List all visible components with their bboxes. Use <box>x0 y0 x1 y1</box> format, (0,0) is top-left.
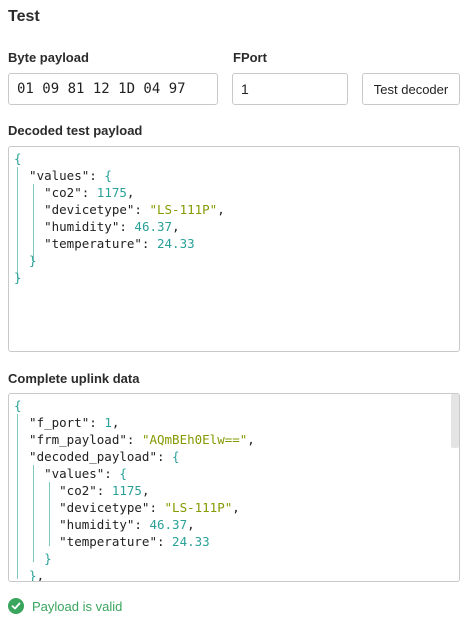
code-token: 1 <box>104 415 112 430</box>
code-line: "devicetype": "LS-111P", <box>14 201 459 218</box>
indent-guide <box>49 482 50 546</box>
code-token: , <box>141 483 150 498</box>
indent-guide <box>33 465 34 562</box>
code-token: , <box>126 185 135 200</box>
fport-label: FPort <box>233 50 267 65</box>
code-line: { <box>14 150 459 167</box>
uplink-data-editor[interactable]: { "f_port": 1, "frm_payload": "AQmBEh0El… <box>8 393 460 582</box>
test-decoder-button[interactable]: Test decoder <box>362 73 460 105</box>
code-token: "f_port": <box>14 415 105 430</box>
code-token: "decoded_payload": <box>14 449 173 464</box>
indent-guide <box>17 414 18 579</box>
code-line: "humidity": 46.37, <box>14 516 459 533</box>
code-line: "co2": 1175, <box>14 184 459 201</box>
code-line: "values": { <box>14 465 459 482</box>
code-token: "humidity": <box>14 517 150 532</box>
code-token: 24.33 <box>172 534 210 549</box>
code-token: { <box>14 398 22 413</box>
code-token: "temperature": <box>14 534 173 549</box>
validation-status-text: Payload is valid <box>32 598 123 614</box>
code-token: { <box>119 466 127 481</box>
code-token: , <box>111 415 120 430</box>
indent-guide <box>33 184 34 262</box>
code-token: , <box>247 432 255 447</box>
code-line: "temperature": 24.33 <box>14 235 459 252</box>
byte-payload-value: 01 09 81 12 1D 04 97 <box>17 81 186 97</box>
code-token: 24.33 <box>157 236 195 251</box>
code-token: "devicetype": <box>14 202 150 217</box>
check-circle-icon <box>8 598 24 614</box>
code-line: } <box>14 269 459 286</box>
code-token: { <box>14 151 22 166</box>
code-line: "decoded_payload": { <box>14 448 459 465</box>
code-line: "temperature": 24.33 <box>14 533 459 550</box>
code-token: "values": <box>14 168 105 183</box>
validation-status: Payload is valid <box>8 598 122 614</box>
code-token: 1175 <box>96 185 127 200</box>
code-token: , <box>232 500 240 515</box>
decoded-payload-label: Decoded test payload <box>8 123 143 138</box>
code-token: "frm_payload": <box>14 432 142 447</box>
section-title: Test <box>8 8 40 25</box>
code-token: { <box>104 168 112 183</box>
code-line: "values": { <box>14 167 459 184</box>
code-line: "co2": 1175, <box>14 482 459 499</box>
code-token: "AQmBEh0Elw==" <box>141 432 248 447</box>
code-line: } <box>14 550 459 567</box>
byte-payload-label: Byte payload <box>8 50 89 65</box>
code-line: { <box>14 397 459 414</box>
uplink-data-label: Complete uplink data <box>8 371 140 386</box>
byte-payload-input[interactable]: 01 09 81 12 1D 04 97 <box>8 73 218 105</box>
code-token: 46.37 <box>149 517 188 532</box>
code-token: "temperature": <box>14 236 157 251</box>
code-line: "humidity": 46.37, <box>14 218 459 235</box>
code-token: "devicetype": <box>14 500 165 515</box>
code-line: "devicetype": "LS-111P", <box>14 499 459 516</box>
indent-guide <box>17 167 18 279</box>
code-token: "co2": <box>14 185 97 200</box>
code-token: { <box>172 449 180 464</box>
code-line: }, <box>14 567 459 582</box>
code-token: "values": <box>14 466 120 481</box>
code-line: "f_port": 1, <box>14 414 459 431</box>
code-token: 46.37 <box>134 219 173 234</box>
code-token: 1175 <box>111 483 142 498</box>
code-line: } <box>14 252 459 269</box>
decoded-payload-editor[interactable]: { "values": { "co2": 1175, "devicetype":… <box>8 146 460 352</box>
code-token: , <box>187 517 195 532</box>
code-token: , <box>217 202 225 217</box>
code-token: , <box>172 219 180 234</box>
code-token: , <box>36 568 45 582</box>
code-token: "co2": <box>14 483 112 498</box>
code-line: "frm_payload": "AQmBEh0Elw==", <box>14 431 459 448</box>
code-token: "LS-111P" <box>149 202 218 217</box>
fport-input[interactable]: 1 <box>232 73 348 105</box>
fport-value: 1 <box>241 81 249 97</box>
code-token: "LS-111P" <box>164 500 233 515</box>
